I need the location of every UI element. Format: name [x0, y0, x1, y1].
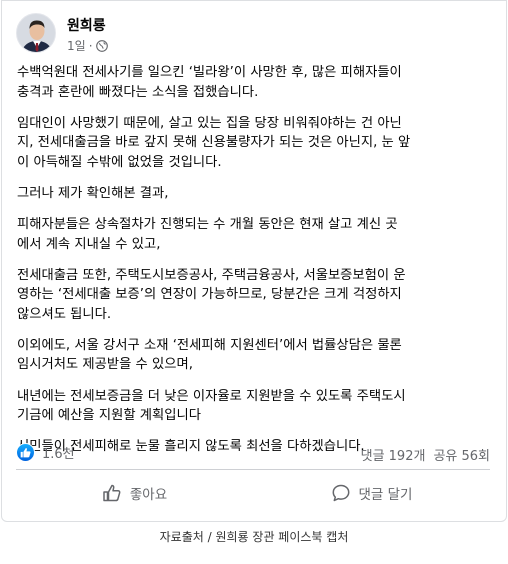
reaction-summary[interactable]: 1.6천 [16, 443, 75, 462]
author-name[interactable]: 원희룡 [67, 15, 106, 35]
post-header: 원희룡 1일 · [16, 11, 486, 57]
post-paragraph: 피해자분들은 상속절차가 진행되는 수 개월 동안은 현재 살고 계신 곳에서 … [17, 215, 495, 254]
post-action-bar: 좋아요 댓글 달기 [16, 473, 490, 513]
post-text-line: 이외에도, 서울 강서구 소재 ‘전세피해 지원센터’에서 법률상담은 물론 [17, 337, 402, 353]
post-paragraph: 임대인이 사망했기 때문에, 살고 있는 집을 당장 비워줘야하는 건 아닌지,… [17, 114, 495, 173]
post-paragraph: 전세대출금 또한, 주택도시보증공사, 주택금융공사, 서울보증보험이 운영하는… [17, 266, 495, 325]
post-text-line: 에서 계속 지내실 수 있고, [17, 236, 161, 252]
post-text-line: 기금에 예산을 지원할 계획입니다 [17, 408, 201, 424]
thumbs-up-icon [102, 483, 122, 503]
comment-count[interactable]: 댓글 192개 [361, 445, 426, 464]
post-text-line: 않으셔도 됩니다. [17, 306, 112, 322]
post-text-line: 임대인이 사망했기 때문에, 살고 있는 집을 당장 비워줘야하는 건 아닌 [17, 115, 402, 131]
post-text-line: 내년에는 전세보증금을 더 낮은 이자율로 지원받을 수 있도록 주택도시 [17, 388, 406, 404]
comment-button-label: 댓글 달기 [358, 487, 413, 503]
post-paragraph: 수백억원대 전세사기를 일으킨 ‘빌라왕’이 사망한 후, 많은 피해자들이충격… [17, 63, 495, 102]
post-text-line: 전세대출금 또한, 주택도시보증공사, 주택금융공사, 서울보증보험이 운 [17, 267, 406, 283]
comment-button[interactable]: 댓글 달기 [253, 473, 490, 513]
post-text-line: 수백억원대 전세사기를 일으킨 ‘빌라왕’이 사망한 후, 많은 피해자들이 [17, 65, 402, 80]
facebook-post-card: 원희룡 1일 · 수백억원대 전세사기를 일으킨 ‘빌라왕’이 사망한 후, 많… [1, 0, 507, 522]
post-text-line: 충격과 혼란에 빠졌다는 소식을 접했습니다. [17, 84, 259, 100]
post-paragraph: 이외에도, 서울 강서구 소재 ‘전세피해 지원센터’에서 법률상담은 물론임시… [17, 336, 495, 375]
post-paragraph: 내년에는 전세보증금을 더 낮은 이자율로 지원받을 수 있도록 주택도시기금에… [17, 387, 495, 426]
comment-bubble-icon [331, 483, 351, 503]
engagement-counts: 댓글 192개 공유 56회 [361, 445, 490, 464]
like-button-label: 좋아요 [129, 487, 168, 503]
post-meta: 1일 · [67, 37, 108, 54]
post-text-line: 이 아득해질 수밖에 없었을 것입니다. [17, 154, 222, 170]
post-text-line: 임시거처도 제공받을 수 있으며, [17, 357, 193, 373]
post-paragraph: 그러나 제가 확인해본 결과, [17, 184, 495, 204]
post-text-line: 그러나 제가 확인해본 결과, [17, 185, 169, 201]
globe-icon [95, 39, 108, 52]
stats-divider [16, 469, 490, 470]
post-text-line: 피해자분들은 상속절차가 진행되는 수 개월 동안은 현재 살고 계신 곳 [17, 217, 398, 233]
avatar[interactable] [16, 13, 56, 53]
reaction-count: 1.6천 [42, 447, 75, 462]
share-count[interactable]: 공유 56회 [433, 445, 490, 464]
like-button[interactable]: 좋아요 [16, 473, 253, 513]
post-time[interactable]: 1일 [67, 37, 86, 54]
post-text-line: 영하는 ‘전세대출 보증’의 연장이 가능하므로, 당분간은 크게 걱정하지 [17, 287, 402, 303]
post-stats: 1.6천 댓글 192개 공유 56회 [16, 441, 490, 465]
like-reaction-icon [16, 443, 35, 462]
meta-separator: · [88, 38, 93, 53]
post-text: 수백억원대 전세사기를 일으킨 ‘빌라왕’이 사망한 후, 많은 피해자들이충격… [17, 63, 495, 469]
image-caption: 자료출처 / 원희룡 장관 페이스북 캡처 [159, 530, 349, 544]
post-text-line: 지, 전세대출금을 바로 갚지 못해 신용불량자가 되는 것은 아닌지, 눈 앞 [17, 135, 411, 151]
